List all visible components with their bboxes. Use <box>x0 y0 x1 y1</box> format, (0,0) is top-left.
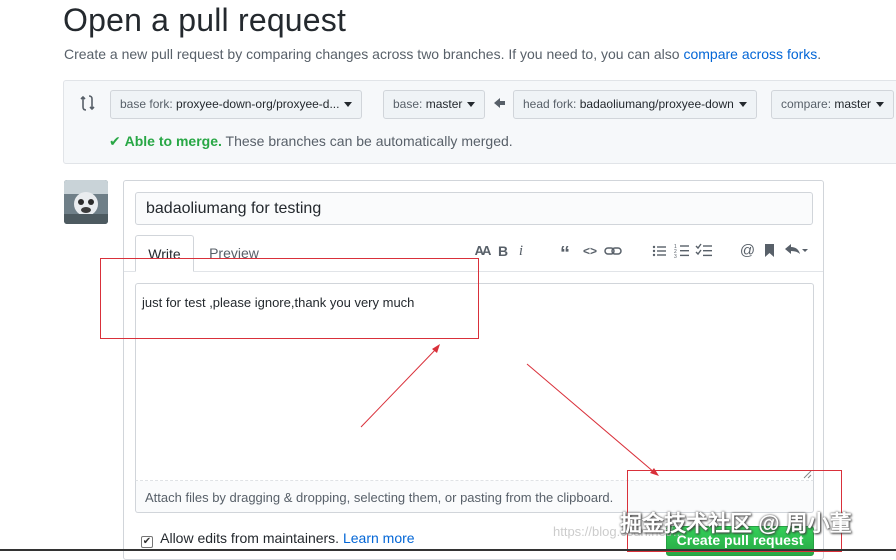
bookmark-icon[interactable] <box>764 243 775 258</box>
chevron-down-icon <box>876 102 885 107</box>
git-compare-icon <box>80 95 95 111</box>
arrow-left-icon <box>494 98 505 108</box>
page-subtitle: Create a new pull request by comparing c… <box>64 46 821 62</box>
chevron-down-icon <box>344 102 353 107</box>
allow-edits-option: ✔ Allow edits from maintainers. Learn mo… <box>141 530 415 548</box>
merge-ok-label: Able to merge. <box>124 133 222 149</box>
pr-title-input[interactable]: badaoliumang for testing <box>135 192 813 225</box>
compare-branch-select[interactable]: compare: master <box>771 90 895 119</box>
svg-text:3: 3 <box>674 254 677 258</box>
head-fork-value: badaoliumang/proxyee-down <box>579 97 734 111</box>
avatar-image <box>64 180 108 224</box>
ordered-list-icon[interactable]: 1 2 3 <box>674 243 690 258</box>
chevron-down-icon <box>738 102 747 107</box>
base-branch-select[interactable]: base: master <box>383 90 486 119</box>
merge-status: ✔ Able to merge. These branches can be a… <box>109 133 513 150</box>
watermark: 掘金技术社区 @ 周小董 <box>620 511 852 536</box>
compare-branch-value: master <box>834 97 872 111</box>
allow-edits-label: Allow edits from maintainers. <box>160 530 340 546</box>
base-fork-value: proxyee-down-org/proxyee-d... <box>176 97 340 111</box>
compare-branch-label: compare: <box>781 97 832 111</box>
quote-icon[interactable]: “ <box>556 242 574 265</box>
subtitle-end: . <box>817 46 822 62</box>
base-fork-label: base fork: <box>120 97 173 111</box>
task-list-icon[interactable] <box>695 243 712 258</box>
allow-edits-checkbox[interactable]: ✔ <box>141 536 153 548</box>
compare-across-forks-link[interactable]: compare across forks <box>683 46 817 62</box>
head-fork-select[interactable]: head fork: badaoliumang/proxyee-down <box>513 90 757 119</box>
link-icon[interactable] <box>604 244 622 258</box>
subtitle-text: Create a new pull request by comparing c… <box>64 46 680 62</box>
avatar[interactable] <box>64 180 108 224</box>
mention-icon[interactable]: @ <box>739 242 756 260</box>
code-icon[interactable]: <> <box>580 242 600 260</box>
annotation-box-body <box>100 258 479 339</box>
base-branch-label: base: <box>393 97 423 111</box>
check-icon: ✔ <box>109 133 121 149</box>
base-fork-select[interactable]: base fork: proxyee-down-org/proxyee-d... <box>110 90 363 119</box>
learn-more-link[interactable]: Learn more <box>343 530 415 546</box>
bold-icon[interactable]: B <box>496 242 510 260</box>
reply-icon[interactable] <box>784 243 808 258</box>
page-title: Open a pull request <box>63 2 347 38</box>
head-fork-label: head fork: <box>523 97 577 111</box>
chevron-down-icon <box>467 102 476 107</box>
unordered-list-icon[interactable] <box>652 244 666 258</box>
merge-status-text: These branches can be automatically merg… <box>225 133 513 149</box>
base-branch-value: master <box>425 97 463 111</box>
italic-icon[interactable]: i <box>515 242 527 260</box>
